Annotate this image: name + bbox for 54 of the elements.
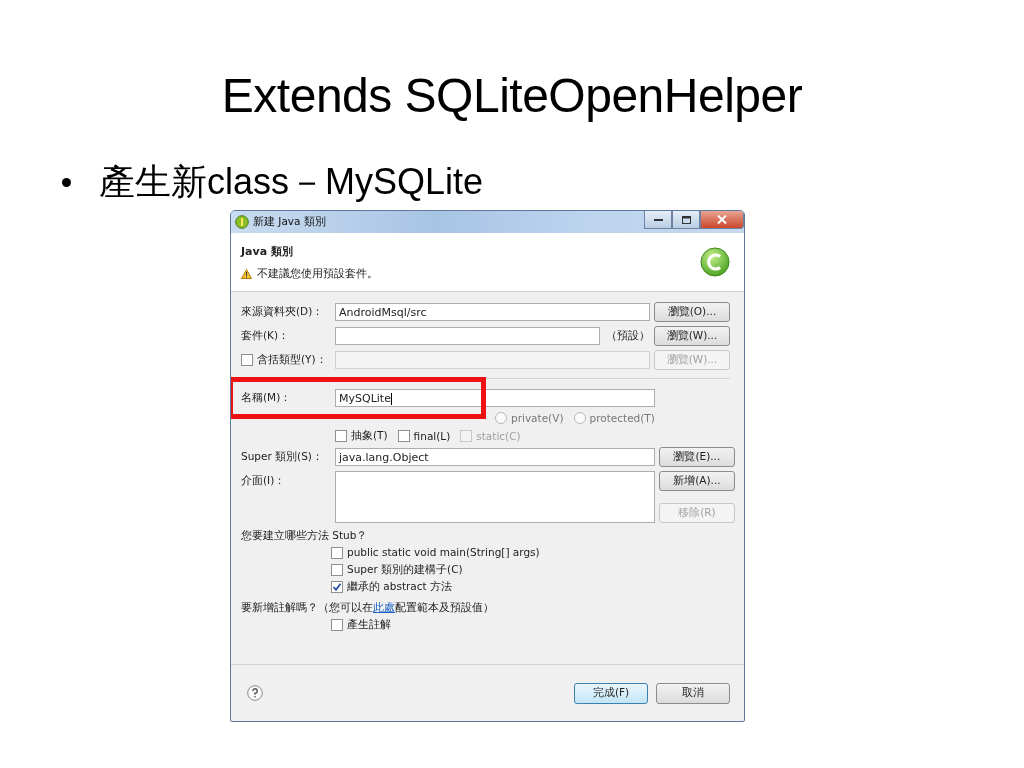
bullet-icon: [62, 177, 71, 187]
checkbox[interactable]: [331, 546, 343, 559]
class-icon: [700, 247, 730, 277]
default-label: （預設）: [606, 329, 650, 343]
close-button[interactable]: [700, 211, 744, 229]
field-label: 名稱(M)：: [241, 391, 293, 405]
stub-question: 您要建立哪些方法 Stub？: [241, 528, 369, 543]
page-title: Java 類別: [241, 243, 294, 259]
checkbox-label: static(C): [476, 430, 521, 442]
interface-button[interactable]: 新增(A)...: [658, 471, 735, 491]
input-field[interactable]: MySQLite: [335, 389, 655, 407]
field-label: 套件(K)：: [241, 329, 291, 343]
checkbox[interactable]: [331, 563, 343, 576]
comment-question: 要新增註解嗎？（您可以在此處配置範本及預設值）: [241, 600, 495, 615]
window-title: 新建 Java 類別: [253, 215, 326, 229]
input-field[interactable]: AndroidMsql/src: [335, 303, 650, 321]
input-field[interactable]: [335, 327, 600, 345]
minimize-button[interactable]: [644, 211, 672, 229]
finish-button[interactable]: 完成(F): [574, 682, 648, 704]
close-icon: [717, 215, 727, 224]
checkbox[interactable]: [397, 430, 410, 442]
help-icon[interactable]: [247, 685, 263, 701]
browse-button[interactable]: 瀏覽(W)...: [654, 326, 730, 346]
field-label: 介面(I)：: [241, 473, 287, 488]
browse-button[interactable]: 瀏覽(O)...: [654, 302, 730, 322]
cancel-button[interactable]: 取消: [656, 682, 730, 704]
checkbox[interactable]: [331, 618, 343, 631]
radio-button[interactable]: [495, 412, 507, 424]
radio-label: protected(T): [589, 412, 655, 424]
minimize-icon: [653, 218, 663, 221]
app-icon: [235, 215, 249, 229]
input-field[interactable]: java.lang.Object: [335, 448, 655, 466]
checkbox-label: 繼承的 abstract 方法: [347, 579, 452, 594]
checkbox-label: 含括類型(Y)：: [257, 353, 327, 367]
radio-label: private(V): [511, 412, 564, 424]
checkbox-label: public static void main(String[] args): [347, 545, 540, 560]
field-label: 來源資料夾(D)：: [241, 305, 325, 319]
checkbox[interactable]: [335, 430, 347, 442]
checkbox-label: 產生註解: [347, 617, 391, 632]
slide-title: Extends SQLiteOpenHelper: [221, 68, 803, 124]
checkbox-label: Super 類別的建構子(C): [347, 562, 463, 577]
warning-message: 不建議您使用預設套件。: [257, 266, 378, 281]
field-label: Super 類別(S)：: [241, 450, 324, 464]
checkbox[interactable]: [331, 580, 343, 593]
radio-button[interactable]: [573, 412, 586, 424]
maximize-button[interactable]: [672, 211, 700, 229]
config-link[interactable]: 此處: [373, 601, 395, 613]
bullet-text: 產生新class－MySQLite: [99, 160, 484, 204]
checkbox-label: 抽象(T): [351, 429, 388, 443]
maximize-icon: [681, 215, 691, 224]
interfaces-list[interactable]: [335, 471, 655, 523]
browse-button[interactable]: 瀏覽(E)...: [658, 447, 735, 467]
warning-icon: [241, 268, 252, 279]
checkbox-label: final(L): [413, 430, 451, 442]
